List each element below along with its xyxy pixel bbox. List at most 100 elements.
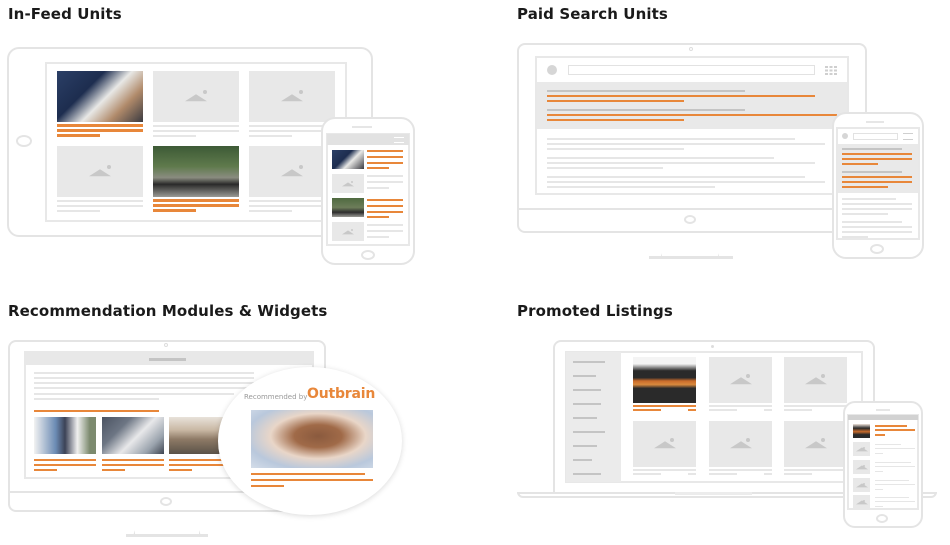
ad-url-line — [842, 171, 902, 173]
headline-bar — [367, 150, 403, 152]
ad-url-line — [842, 148, 902, 150]
image-placeholder — [709, 357, 772, 403]
phone-home-button — [361, 250, 375, 260]
text-line — [784, 405, 847, 407]
text-line — [875, 484, 915, 485]
image-placeholder — [249, 71, 335, 122]
result-line — [547, 162, 815, 164]
text-line — [367, 181, 403, 183]
ad-headline — [842, 163, 878, 165]
ad-headline — [842, 176, 912, 178]
monitor-button — [684, 215, 696, 224]
headline-bar — [875, 429, 915, 431]
ad-headline — [842, 181, 912, 183]
sidebar-item — [573, 375, 596, 377]
article-line — [34, 372, 254, 374]
result-line — [547, 186, 715, 188]
product-title-bar — [633, 409, 661, 411]
image-icon — [855, 447, 868, 452]
result-line — [842, 203, 912, 205]
image-placeholder — [153, 71, 239, 122]
product-price-bar — [688, 409, 696, 411]
yoga-photo — [34, 417, 96, 454]
image-placeholder — [784, 357, 847, 403]
headline-bar — [102, 459, 164, 461]
barista-thumb — [332, 150, 364, 169]
text-line — [784, 469, 847, 471]
monitor-base — [126, 534, 208, 537]
product-price-bar — [875, 434, 885, 436]
text-line — [875, 462, 911, 463]
article-line — [34, 387, 254, 389]
text-line — [875, 497, 909, 498]
article-line — [34, 382, 254, 384]
product-title-bar — [633, 405, 696, 407]
text-line — [875, 471, 883, 472]
headline-bar — [367, 211, 403, 213]
image-placeholder — [332, 174, 364, 193]
headline-bar — [102, 469, 125, 471]
text-line — [367, 236, 389, 238]
ad-headline — [842, 186, 888, 188]
result-line — [842, 208, 912, 210]
barista-photo — [57, 71, 143, 122]
sidebar-item — [573, 473, 601, 475]
ad-url-line — [547, 109, 745, 111]
headline-bar — [153, 199, 239, 202]
ad-url-line — [547, 90, 745, 92]
headline-bar — [875, 425, 907, 427]
image-icon — [185, 93, 207, 101]
image-placeholder — [332, 222, 364, 241]
phone-home-button — [870, 244, 884, 254]
image-placeholder — [853, 442, 870, 456]
paid-search-title: Paid Search Units — [517, 5, 668, 23]
sidebar-item — [573, 445, 597, 447]
laptop-work-photo — [102, 417, 164, 454]
tablet-home-button — [16, 135, 32, 147]
text-line — [875, 480, 909, 481]
text-line — [709, 469, 772, 471]
ad-headline — [547, 119, 684, 121]
globe-icon — [842, 133, 848, 139]
ad-headline — [547, 100, 684, 102]
text-line — [688, 473, 696, 475]
ad-headline — [842, 158, 912, 160]
text-line — [367, 224, 403, 226]
headline-bar — [169, 469, 192, 471]
sidebar-item — [573, 389, 601, 391]
text-line — [784, 409, 812, 411]
result-line — [547, 176, 805, 178]
globe-icon — [547, 65, 557, 75]
monitor-stand — [133, 512, 201, 536]
text-line — [709, 473, 737, 475]
webcam — [164, 343, 168, 347]
text-line — [875, 489, 883, 490]
monitor-chin-divider — [517, 208, 867, 210]
image-icon — [281, 93, 303, 101]
result-line — [547, 143, 825, 145]
ad-headline — [547, 114, 837, 116]
in-feed-title: In-Feed Units — [8, 5, 122, 23]
text-line — [764, 473, 772, 475]
headline-bar — [153, 209, 196, 212]
outbrain-logo: Outbrain — [307, 386, 376, 402]
text-line — [875, 444, 901, 445]
text-line — [249, 135, 292, 137]
motorcycle-thumb — [332, 198, 364, 217]
headline-bar — [251, 479, 373, 481]
headline-bar — [367, 205, 403, 207]
image-placeholder — [709, 421, 772, 467]
sidebar-item — [573, 459, 592, 461]
result-line — [842, 236, 868, 238]
headline-bar — [367, 199, 403, 201]
result-line — [547, 181, 825, 183]
text-line — [57, 210, 100, 212]
result-line — [842, 213, 888, 215]
article-line — [34, 377, 254, 379]
text-line — [249, 210, 292, 212]
header-logo-line — [149, 358, 186, 361]
phone-home-button — [876, 514, 888, 523]
text-line — [153, 135, 196, 137]
text-line — [367, 187, 389, 189]
apps-grid-icon — [825, 66, 837, 75]
